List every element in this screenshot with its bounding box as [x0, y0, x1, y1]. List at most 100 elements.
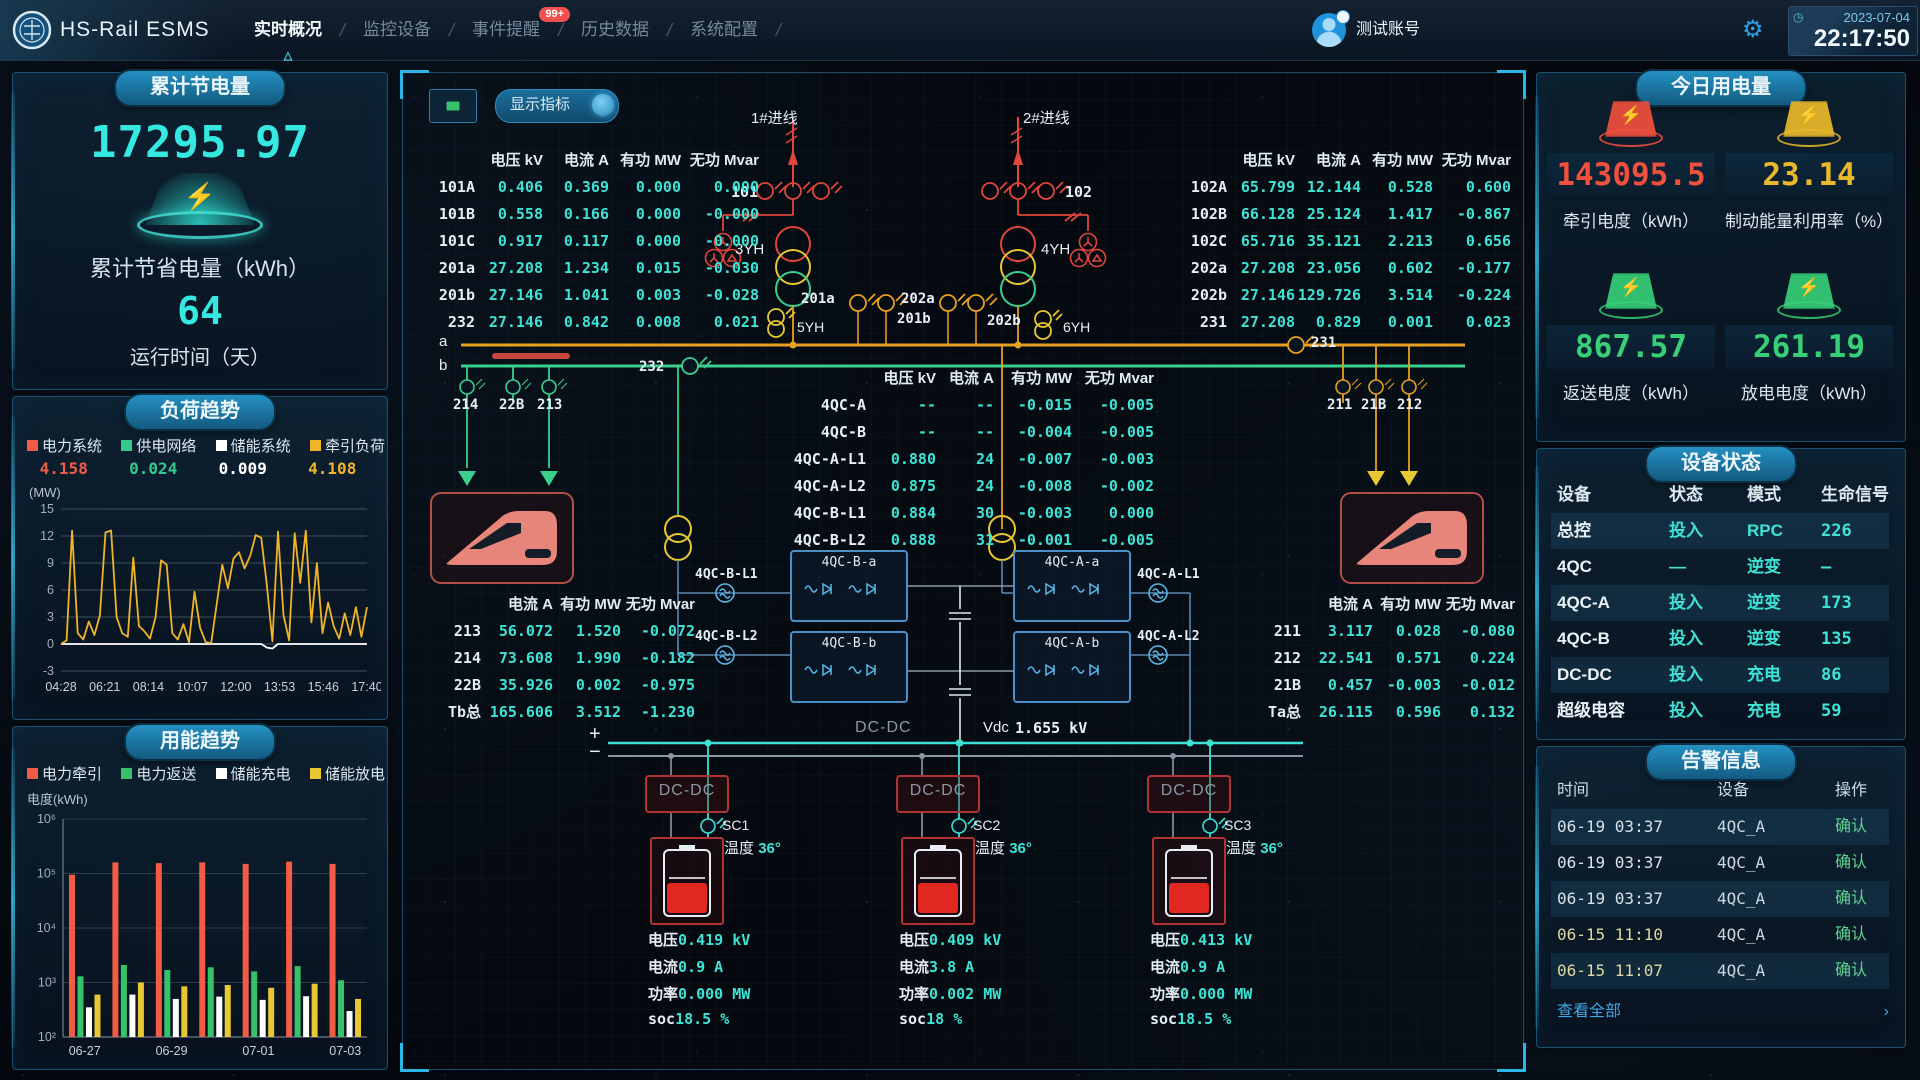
device-mode: 逆变: [1747, 549, 1821, 585]
x-tick-label: 13:53: [264, 680, 295, 694]
table-row: 4QC-B-L1 0.884 30 -0.003 0.000: [771, 500, 1154, 527]
user-name: 测试账号: [1356, 0, 1420, 60]
view-all-link[interactable]: 查看全部: [1557, 995, 1621, 1029]
y-tick-label: 3: [47, 610, 54, 624]
cell: 129.726: [1295, 282, 1361, 309]
col-header: 设备: [1717, 773, 1835, 809]
row-id: 214: [431, 645, 481, 672]
avatar-badge-icon: [1336, 10, 1350, 24]
section-switch-232[interactable]: [682, 357, 711, 374]
y-tick-label: 10⁶: [37, 812, 56, 826]
row-id: 4QC-B: [771, 419, 866, 446]
cell: 0.917: [475, 228, 543, 255]
table-row: 101B 0.558 0.166 0.000 -0.000: [423, 201, 759, 228]
sc-switch-label: SC1: [722, 817, 749, 833]
switch-22b-label: 22B: [499, 397, 524, 413]
y-tick-label: 10⁵: [37, 867, 56, 881]
cell: 0.000: [1072, 500, 1154, 527]
tab-realtime-overview[interactable]: 实时概况 △: [238, 0, 338, 60]
alarm-confirm-button[interactable]: 确认: [1835, 953, 1895, 989]
train-icon-right: [1341, 493, 1483, 583]
alarm-confirm-button[interactable]: 确认: [1835, 881, 1895, 917]
switch-213-label: 213: [537, 397, 562, 413]
bus-b-label: b: [439, 357, 447, 374]
table-header: 时间 设备 操作: [1551, 773, 1889, 809]
legend-item[interactable]: 供电网络: [121, 435, 196, 456]
tab-event-alerts[interactable]: 事件提醒 99+: [456, 0, 556, 60]
cell: 65.716: [1227, 228, 1295, 255]
battery-voltage-line: 电压0.419 kV: [648, 929, 750, 950]
bar-电力牵引: [330, 864, 336, 1037]
temp-value: 36°: [1009, 840, 1032, 857]
cell: 0.369: [543, 174, 609, 201]
settings-gear-icon[interactable]: ⚙: [1742, 0, 1764, 60]
current-value: 4.108: [288, 459, 378, 478]
bar-电力返送: [121, 965, 127, 1037]
bar-储能充电: [303, 996, 309, 1037]
tab-history-data[interactable]: 历史数据: [565, 0, 665, 60]
running-days-label: 运行时间（天）: [13, 341, 387, 370]
dcdc-box-label: DC-DC: [1148, 782, 1230, 800]
tab-system-config[interactable]: 系统配置: [674, 0, 774, 60]
energy-trend-legend: 电力牵引 电力返送 储能充电 储能放电: [19, 763, 393, 784]
cell: 0.003: [609, 282, 681, 309]
legend-item[interactable]: 牵引负荷: [310, 435, 385, 456]
legend-item[interactable]: 储能放电: [310, 763, 385, 784]
switch-232-label: 232: [639, 359, 664, 375]
device-signal: 59: [1821, 693, 1895, 729]
table-row: 202a 27.208 23.056 0.602 -0.177: [1175, 255, 1511, 282]
running-days-value: 64: [13, 289, 387, 333]
bar-电力返送: [251, 971, 257, 1037]
legend-item[interactable]: 储能系统: [216, 435, 291, 456]
tab-monitor-devices[interactable]: 监控设备: [347, 0, 447, 60]
alarm-confirm-button[interactable]: 确认: [1835, 917, 1895, 953]
table-row: 4QC-A-L2 0.875 24 -0.008 -0.002: [771, 473, 1154, 500]
device-row: 4QC — 逆变 —: [1551, 549, 1889, 585]
legend-item[interactable]: 电力牵引: [27, 763, 102, 784]
cell: -0.015: [994, 392, 1072, 419]
cell: 0.600: [1433, 174, 1511, 201]
alarm-confirm-button[interactable]: 确认: [1835, 845, 1895, 881]
converter-label: 4QC-A-a: [1016, 555, 1128, 570]
bolt-icon: ⚡: [1620, 277, 1642, 298]
bar-储能充电: [129, 995, 135, 1037]
legend-item[interactable]: 电力返送: [121, 763, 196, 784]
dc-minus-label: −: [589, 741, 601, 764]
table-row: 232 27.146 0.842 0.008 0.021: [423, 309, 759, 336]
col-header: 电流 A: [1295, 147, 1361, 174]
qcb-l2-label: 4QC-B-L2: [695, 629, 758, 644]
alarm-device: 4QC_A: [1717, 953, 1835, 989]
legend-item[interactable]: 电力系统: [27, 435, 102, 456]
alarm-time: 06-19 03:37: [1557, 809, 1717, 845]
chevron-right-icon[interactable]: ›: [1884, 995, 1889, 1029]
cell: 0.008: [609, 309, 681, 336]
table-row: 201b 27.146 1.041 0.003 -0.028: [423, 282, 759, 309]
alarm-confirm-button[interactable]: 确认: [1835, 809, 1895, 845]
bar-电力牵引: [286, 862, 292, 1037]
bar-储能放电: [181, 986, 187, 1037]
row-id: 212: [1251, 645, 1301, 672]
legend-item[interactable]: 储能充电: [216, 763, 291, 784]
table-row: 201a 27.208 1.234 0.015 -0.030: [423, 255, 759, 282]
legend-swatch-icon: [121, 768, 132, 779]
cell: 1.520: [553, 618, 621, 645]
cell: 0.002: [553, 672, 621, 699]
cell: -0.224: [1433, 282, 1511, 309]
row-id: 202a: [1175, 255, 1227, 282]
cell: -0.002: [1072, 473, 1154, 500]
col-header: 有功 MW: [1373, 591, 1441, 618]
temperature-line: 温度 36°: [724, 837, 781, 858]
converter-label: 4QC-B-b: [793, 636, 905, 651]
cell: 0.528: [1361, 174, 1433, 201]
device-status: 投入: [1669, 513, 1747, 549]
table-header: 电压 kV 电流 A 有功 MW 无功 Mvar: [771, 365, 1154, 392]
panel-device-status: 设备状态 设备 状态 模式 生命信号 总控 投入 RPC 226 4QC — 逆…: [1536, 448, 1906, 740]
tab-separator: /: [774, 20, 783, 41]
panel-total-savings: 累计节电量 17295.97 ⚡ 累计节省电量（kWh） 64 运行时间（天）: [12, 72, 388, 390]
device-status: —: [1669, 549, 1747, 585]
table-header: 电压 kV 电流 A 有功 MW 无功 Mvar: [1175, 147, 1511, 174]
device-row: 4QC-B 投入 逆变 135: [1551, 621, 1889, 657]
row-id: 211: [1251, 618, 1301, 645]
legend-swatch-icon: [121, 440, 132, 451]
device-name: 4QC-B: [1557, 621, 1669, 657]
